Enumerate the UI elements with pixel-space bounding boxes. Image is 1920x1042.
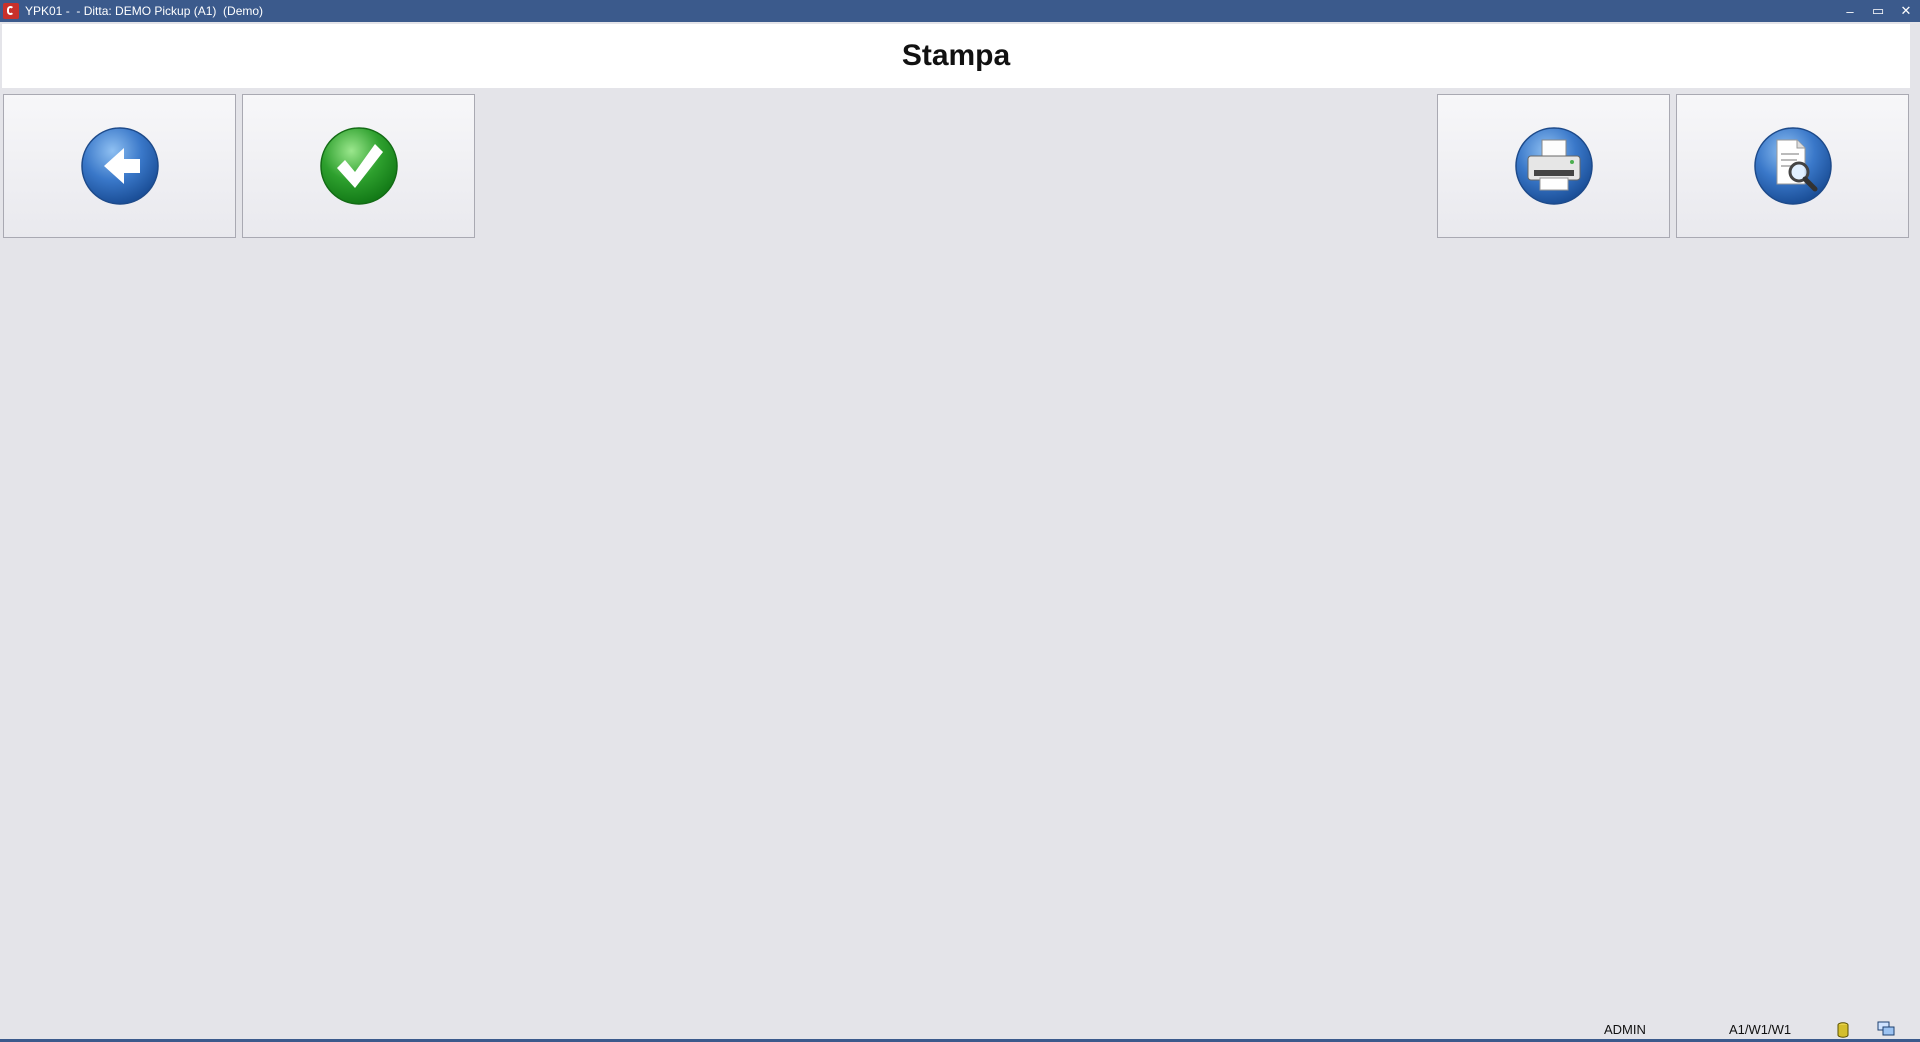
window-title: YPK01 - - Ditta: DEMO Pickup (A1) (Demo) (25, 4, 264, 18)
printer-icon (1514, 127, 1593, 205)
print-preview-button[interactable] (1676, 94, 1909, 238)
window-controls: – ▭ ✕ (1836, 0, 1920, 22)
print-preview-icon (1753, 127, 1832, 205)
back-arrow-icon (80, 127, 159, 205)
checkmark-icon (319, 127, 398, 205)
page-header: Stampa (2, 24, 1910, 88)
title-bar: YPK01 - - Ditta: DEMO Pickup (A1) (Demo)… (0, 0, 1920, 22)
back-button[interactable] (3, 94, 236, 238)
network-icon (1877, 1021, 1895, 1036)
status-location: A1/W1/W1 (1729, 1022, 1792, 1037)
restore-button[interactable]: ▭ (1864, 0, 1892, 22)
status-user: ADMIN (1604, 1022, 1646, 1037)
page-title: Stampa (901, 39, 1011, 72)
print-button[interactable] (1437, 94, 1670, 238)
database-icon (1837, 1022, 1849, 1038)
confirm-button[interactable] (242, 94, 475, 238)
close-button[interactable]: ✕ (1892, 0, 1920, 22)
app-icon (3, 3, 19, 19)
minimize-button[interactable]: – (1836, 0, 1864, 22)
